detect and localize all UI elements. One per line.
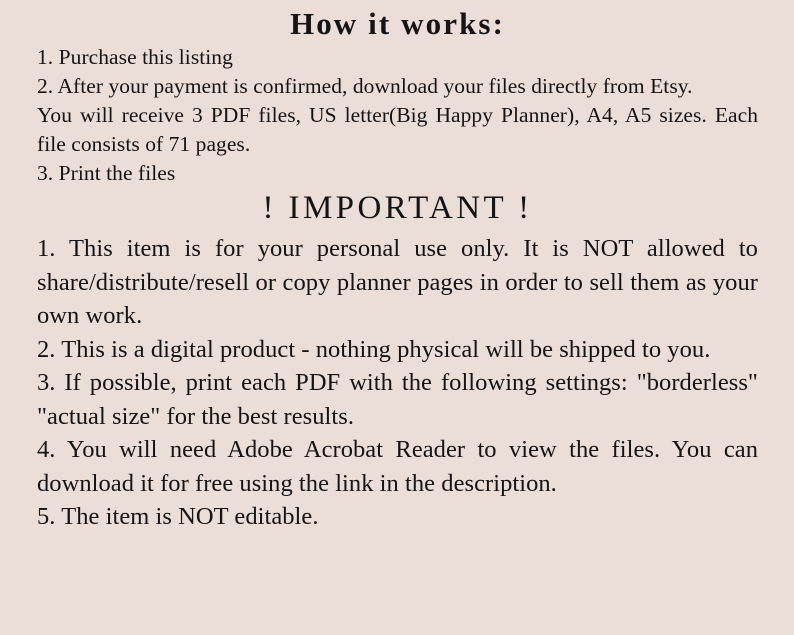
how-it-works-file-details: You will receive 3 PDF files, US letter(… <box>37 102 758 156</box>
section-how-it-works: How it works: 1. Purchase this listing 2… <box>37 6 758 188</box>
how-it-works-step-1: 1. Purchase this listing <box>37 44 233 69</box>
instructions-page: How it works: 1. Purchase this listing 2… <box>0 0 794 635</box>
page-title-how-it-works: How it works: <box>289 6 505 41</box>
important-note-5: 5. The item is NOT editable. <box>37 503 319 531</box>
important-note-2: 2. This is a digital product - nothing p… <box>37 335 711 363</box>
important-note-3: 3. If possible, print each PDF with the … <box>37 369 758 430</box>
important-note-1: 1. This item is for your personal use on… <box>37 235 758 330</box>
instructions-content: How it works: 1. Purchase this listing 2… <box>37 0 758 534</box>
important-note-4: 4. You will need Adobe Acrobat Reader to… <box>37 436 758 497</box>
section-important: ! IMPORTANT ! 1. This item is for your p… <box>37 189 758 534</box>
how-it-works-step-3: 3. Print the files <box>37 160 176 185</box>
how-it-works-step-2: 2. After your payment is confirmed, down… <box>37 73 693 98</box>
page-title-important: ! IMPORTANT ! <box>262 189 533 226</box>
